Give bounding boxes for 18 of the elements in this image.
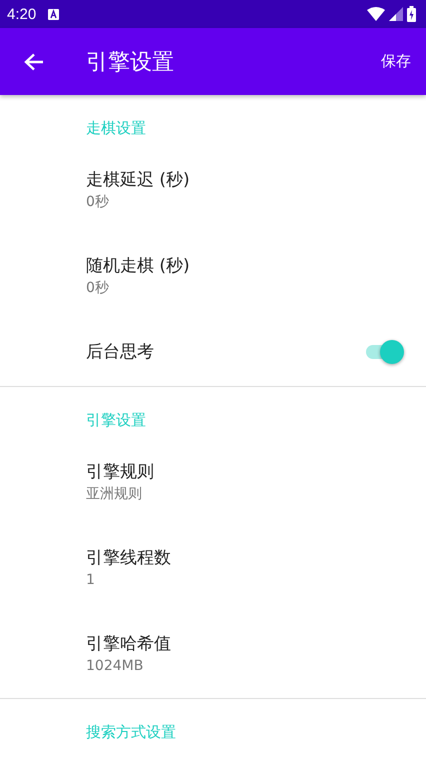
- notification-icon: [48, 8, 60, 20]
- wifi-icon: [367, 7, 385, 21]
- preference-item[interactable]: 引擎线程数 1: [0, 525, 426, 611]
- toggle-switch[interactable]: [364, 339, 406, 365]
- screen-title: 引擎设置: [86, 48, 175, 76]
- save-button[interactable]: 保存: [381, 52, 411, 71]
- section-header: 引擎设置: [86, 411, 146, 429]
- status-time: 4:20: [7, 6, 36, 22]
- section-header: 搜索方式设置: [86, 723, 176, 741]
- signal-icon: [389, 7, 403, 21]
- preference-item[interactable]: 引擎规则 亚洲规则: [0, 439, 426, 525]
- preference-item[interactable]: 引擎哈希值 1024MB: [0, 611, 426, 697]
- section-header: 走棋设置: [86, 119, 146, 137]
- battery-icon: [407, 6, 416, 22]
- back-icon[interactable]: [24, 52, 44, 70]
- preference-item[interactable]: 随机走棋 (秒) 0秒: [0, 233, 426, 319]
- preference-item[interactable]: 走棋延迟 (秒) 0秒: [0, 147, 426, 233]
- preference-item[interactable]: 后台思考: [0, 319, 426, 385]
